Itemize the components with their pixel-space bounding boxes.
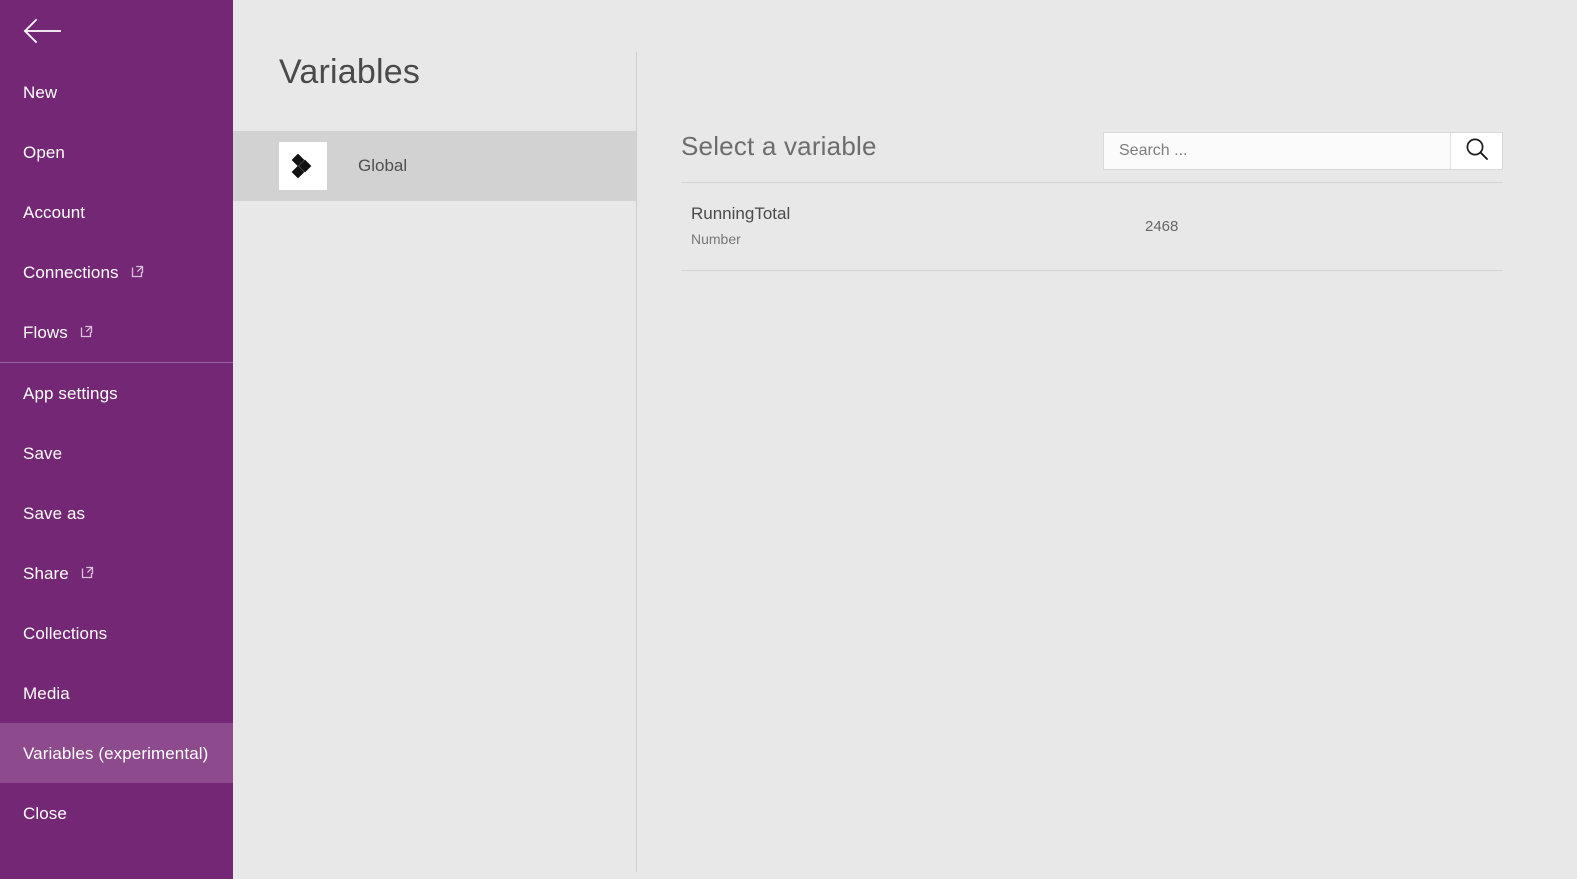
- sidebar-item-label: Open: [23, 142, 65, 162]
- open-in-new-window-icon: [80, 564, 96, 580]
- select-variable-heading: Select a variable: [681, 131, 877, 161]
- sidebar-item-collections[interactable]: Collections: [0, 603, 233, 663]
- search-input[interactable]: [1104, 133, 1450, 169]
- scope-item-label: Global: [358, 156, 408, 175]
- sidebar-item-media[interactable]: Media: [0, 663, 233, 723]
- sidebar-item-share[interactable]: Share: [0, 543, 233, 603]
- sidebar-item-save[interactable]: Save: [0, 423, 233, 483]
- sidebar-item-app-settings[interactable]: App settings: [0, 363, 233, 423]
- sidebar-item-label: Variables (experimental): [23, 743, 209, 763]
- sidebar-item-label: Account: [23, 202, 86, 222]
- back-button[interactable]: [0, 0, 90, 62]
- variable-value: 2468: [1145, 218, 1179, 235]
- back-arrow-icon: [22, 18, 62, 44]
- sidebar-item-label: Connections: [23, 262, 119, 282]
- sidebar-item-new[interactable]: New: [0, 62, 233, 122]
- sidebar-item-label: Save: [23, 443, 63, 463]
- scope-item-global[interactable]: Global: [233, 131, 637, 201]
- sidebar-item-label: Share: [23, 563, 69, 583]
- variable-detail-pane: Select a variable RunningTotal Number 24…: [637, 0, 1577, 879]
- variable-type: Number: [691, 231, 741, 247]
- open-in-new-window-icon: [130, 263, 146, 279]
- backstage-nav-list: New Open Account Connections Flows App settin…: [0, 62, 233, 843]
- search-box: [1103, 132, 1503, 170]
- backstage-sidebar: New Open Account Connections Flows App settin…: [0, 0, 233, 879]
- global-variables-icon: [279, 142, 327, 190]
- sidebar-item-label: Media: [23, 683, 70, 703]
- sidebar-item-save-as[interactable]: Save as: [0, 483, 233, 543]
- variables-panel: Variables Global: [233, 0, 637, 879]
- sidebar-item-label: Collections: [23, 623, 108, 643]
- sidebar-item-label: New: [23, 82, 58, 102]
- table-row[interactable]: RunningTotal Number 2468: [681, 183, 1503, 271]
- sidebar-item-label: Save as: [23, 503, 86, 523]
- variable-name: RunningTotal: [691, 204, 791, 223]
- search-button[interactable]: [1450, 133, 1502, 169]
- detail-header: Select a variable: [681, 128, 1503, 183]
- sidebar-item-open[interactable]: Open: [0, 122, 233, 182]
- sidebar-item-close[interactable]: Close: [0, 783, 233, 843]
- search-icon: [1464, 136, 1490, 167]
- sidebar-item-variables-experimental[interactable]: Variables (experimental): [0, 723, 233, 783]
- sidebar-item-label: App settings: [23, 383, 118, 403]
- page-title: Variables: [279, 53, 421, 91]
- open-in-new-window-icon: [79, 323, 95, 339]
- sidebar-item-flows[interactable]: Flows: [0, 302, 233, 362]
- sidebar-item-connections[interactable]: Connections: [0, 242, 233, 302]
- sidebar-item-label: Flows: [23, 322, 68, 342]
- sidebar-item-label: Close: [23, 803, 67, 823]
- sidebar-item-account[interactable]: Account: [0, 182, 233, 242]
